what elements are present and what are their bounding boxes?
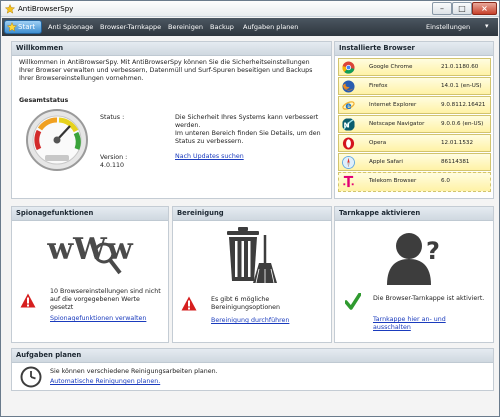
minimize-button[interactable]: – <box>432 2 452 15</box>
stealth-link[interactable]: Tarnkappe hier an- und ausschalten <box>373 316 463 332</box>
browser-name: Firefox <box>369 83 388 89</box>
maximize-button[interactable]: □ <box>452 2 472 15</box>
tasks-title: Aufgaben planen <box>12 349 493 363</box>
clean-text: Es gibt 6 mögliche Bereinigungsoptionen <box>211 296 281 312</box>
clock-icon <box>20 366 42 388</box>
stealth-panel: Tarnkappe aktivieren ? Die Browser-Tarnk… <box>334 206 494 343</box>
browser-name: Netscape Navigator <box>369 121 425 127</box>
browser-version: 9.0.0.6 (en-US) <box>441 121 484 127</box>
status-label: Status : <box>100 114 125 121</box>
netscape-icon: N <box>342 118 355 131</box>
security-gauge-icon <box>26 109 88 171</box>
browser-row-ie[interactable]: e Internet Explorer 9.0.8112.16421 <box>338 96 491 114</box>
main-nav: Start Anti Spionage Browser-Tarnkappe Be… <box>2 18 498 36</box>
clean-link[interactable]: Bereinigung durchführen <box>211 317 289 325</box>
browser-name: Apple Safari <box>369 159 403 165</box>
tasks-link[interactable]: Automatische Reinigungen planen. <box>50 378 160 386</box>
browser-row-netscape[interactable]: N Netscape Navigator 9.0.0.6 (en-US) <box>338 115 491 133</box>
browser-version: 12.01.1532 <box>441 140 474 146</box>
browser-row-chrome[interactable]: Google Chrome 21.0.1180.60 <box>338 58 491 76</box>
cleaning-panel: Bereinigung Es gibt 6 mögliche Bereinigu… <box>172 206 332 343</box>
browser-version: 9.0.8112.16421 <box>441 102 486 108</box>
status-text: Die Sicherheit Ihres Systems kann verbes… <box>175 114 319 130</box>
nav-item-backup[interactable]: Backup <box>210 23 234 31</box>
browser-row-safari[interactable]: Apple Safari 86114381 <box>338 153 491 171</box>
status-hint: Im unteren Bereich finden Sie Details, u… <box>175 130 321 146</box>
star-icon <box>7 22 17 32</box>
clean-title: Bereinigung <box>173 207 331 221</box>
safari-icon <box>342 156 355 169</box>
browser-row-telekom[interactable]: Telekom Browser 6.0 <box>338 172 491 192</box>
svg-text:N: N <box>344 120 350 129</box>
nav-item-einstellungen[interactable]: Einstellungen <box>426 23 470 31</box>
anonymous-user-icon: ? <box>387 233 440 285</box>
chrome-icon <box>342 61 355 74</box>
trash-broom-icon <box>227 227 277 284</box>
browser-name: Google Chrome <box>369 64 413 70</box>
welcome-intro: Willkommen in AntiBrowserSpy. Mit AntiBr… <box>19 59 313 83</box>
svg-text:wWw: wWw <box>46 232 134 267</box>
spy-title: Spionagefunktionen <box>12 207 168 221</box>
browser-name: Opera <box>369 140 387 146</box>
close-button[interactable]: × <box>472 2 497 15</box>
stealth-title: Tarnkappe aktivieren <box>335 207 493 221</box>
opera-icon <box>342 137 355 150</box>
nav-item-browser-tarnkappe[interactable]: Browser-Tarnkappe <box>100 23 161 31</box>
tasks-text: Sie können verschiedene Reinigungsarbeit… <box>50 368 218 375</box>
telekom-icon <box>343 175 354 188</box>
version-label: Version : <box>100 154 128 161</box>
browser-row-firefox[interactable]: Firefox 14.0.1 (en-US) <box>338 77 491 95</box>
nav-item-aufgaben-planen[interactable]: Aufgaben planen <box>243 23 298 31</box>
nav-item-bereinigen[interactable]: Bereinigen <box>168 23 203 31</box>
welcome-title: Willkommen <box>12 42 331 56</box>
nav-start-label: Start <box>18 23 36 31</box>
nav-start-button[interactable]: Start <box>4 20 42 34</box>
title-bar: AntiBrowserSpy – □ × <box>1 1 499 17</box>
app-window: AntiBrowserSpy – □ × Start Anti Spionage… <box>0 0 500 417</box>
warning-icon <box>181 296 197 311</box>
chevron-down-icon[interactable]: ▾ <box>485 22 489 30</box>
svg-text:e: e <box>345 101 351 112</box>
window-title: AntiBrowserSpy <box>18 5 74 13</box>
spy-functions-panel: Spionagefunktionen wWw 10 Browsereinstel… <box>11 206 169 343</box>
www-magnifier-icon: wWw <box>46 232 134 275</box>
browser-version: 86114381 <box>441 159 470 165</box>
browser-version: 21.0.1180.60 <box>441 64 479 70</box>
browser-name: Internet Explorer <box>369 102 417 108</box>
overall-status-label: Gesamtstatus <box>19 97 69 104</box>
stealth-text: Die Browser-Tarnkappe ist aktiviert. <box>373 295 485 302</box>
browser-version: 14.0.1 (en-US) <box>441 83 482 89</box>
spy-link[interactable]: Spionagefunktionen verwalten <box>50 315 146 323</box>
browser-version: 6.0 <box>441 178 450 184</box>
browser-name: Telekom Browser <box>369 178 417 184</box>
firefox-icon <box>342 80 355 93</box>
browser-row-opera[interactable]: Opera 12.01.1532 <box>338 134 491 152</box>
app-star-icon <box>5 4 15 14</box>
version-value: 4.0.110 <box>100 162 125 169</box>
tasks-panel: Aufgaben planen Sie können verschiedene … <box>11 348 494 391</box>
warning-icon <box>20 293 36 308</box>
nav-item-anti-spionage[interactable]: Anti Spionage <box>48 23 93 31</box>
ie-icon: e <box>342 101 355 112</box>
welcome-panel: Willkommen Willkommen in AntiBrowserSpy.… <box>11 41 332 199</box>
installed-browsers-panel: Installierte Browser Google Chrome 21.0.… <box>334 41 494 199</box>
browsers-title: Installierte Browser <box>335 42 493 56</box>
spy-text: 10 Browsereinstellungen sind nicht auf d… <box>50 288 161 312</box>
checkmark-icon <box>345 293 361 310</box>
update-link[interactable]: Nach Updates suchen <box>175 153 244 161</box>
svg-text:?: ? <box>426 237 440 265</box>
